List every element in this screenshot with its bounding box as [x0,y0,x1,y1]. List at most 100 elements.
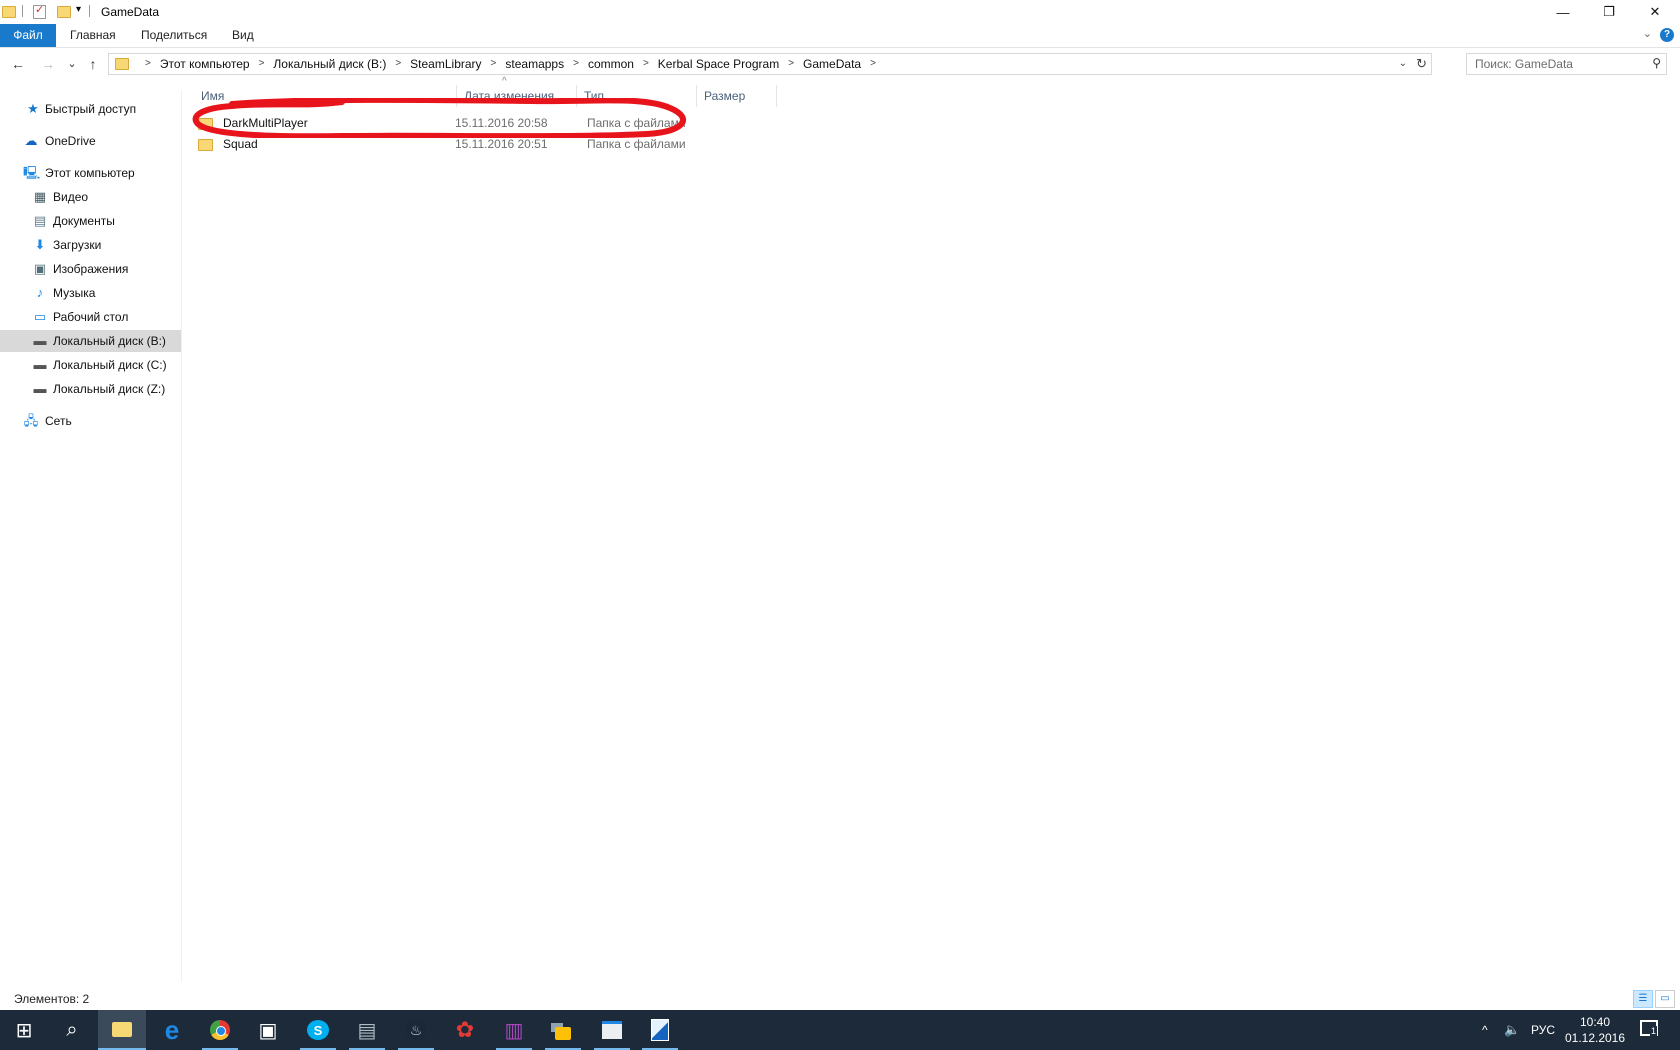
chevron-right-icon[interactable]: > [788,54,794,74]
sidebar-item-downloads[interactable]: ⬇ Загрузки [0,234,181,256]
breadcrumb-item[interactable]: common [588,54,634,74]
folder-icon [115,58,129,70]
taskbar-skype[interactable]: S [294,1010,342,1050]
sidebar-item-network[interactable]: 🖧 Сеть [0,410,181,432]
breadcrumb-item[interactable]: SteamLibrary [410,54,481,74]
window-icon [602,1021,622,1039]
chevron-down-icon[interactable]: ▾ [76,4,81,15]
video-icon: ▦ [33,189,47,204]
clock-time: 10:40 [1579,1015,1611,1029]
sidebar-item-video[interactable]: ▦ Видео [0,186,181,208]
search-button[interactable]: ⌕ [48,1010,96,1050]
chevron-right-icon[interactable]: > [491,54,497,74]
file-explorer-icon [112,1021,132,1037]
sidebar-item-label: Локальный диск (Z:) [53,382,166,396]
taskbar-ksp-app[interactable] [636,1010,684,1050]
tab-share[interactable]: Поделиться [129,24,219,47]
taskbar-edge[interactable]: e [148,1010,196,1050]
breadcrumb: > Этот компьютер > Локальный диск (B:) >… [145,54,885,74]
close-button[interactable]: ✕ [1632,0,1678,24]
large-icons-view-icon[interactable]: ▭ [1655,990,1675,1008]
details-view-icon[interactable]: ☰ [1633,990,1653,1008]
sidebar-item-drive-c[interactable]: ▬ Локальный диск (C:) [0,354,181,376]
sidebar-item-music[interactable]: ♪ Музыка [0,282,181,304]
windows-drive-icon: ▬ [33,357,47,372]
sidebar-item-label: OneDrive [45,134,96,148]
drive-icon: ▬ [33,333,47,348]
sidebar-item-images[interactable]: ▣ Изображения [0,258,181,280]
store-icon: ▣ [258,1019,278,1042]
taskbar-chrome[interactable] [196,1010,244,1050]
breadcrumb-item[interactable]: Этот компьютер [160,54,250,74]
restore-button[interactable]: ❐ [1586,0,1632,24]
help-icon[interactable]: ? [1660,28,1674,42]
back-button[interactable]: ← [8,54,28,74]
sidebar-item-drive-z[interactable]: ▬ Локальный диск (Z:) [0,378,181,400]
taskbar-store[interactable]: ▣ [244,1010,292,1050]
sidebar-item-drive-b[interactable]: ▬ Локальный диск (B:) [0,330,181,352]
sidebar-item-quick-access[interactable]: ★ Быстрый доступ [0,98,181,120]
tab-file[interactable]: Файл [0,24,56,47]
search-icon: ⌕ [66,1018,78,1041]
column-header-size[interactable]: Размер [697,85,777,107]
chevron-right-icon[interactable]: > [145,54,151,74]
chrome-icon [210,1020,230,1040]
show-hidden-icons-button[interactable]: ^ [1482,1010,1488,1050]
sidebar-item-label: Быстрый доступ [45,102,137,116]
taskbar-lock-app[interactable] [539,1010,587,1050]
volume-icon[interactable]: 🔈 [1504,1010,1520,1050]
breadcrumb-item[interactable]: Локальный диск (B:) [273,54,386,74]
address-history-icon[interactable]: ⌄ [1399,54,1407,74]
tab-home[interactable]: Главная [58,24,128,47]
refresh-icon[interactable]: ↻ [1416,54,1427,74]
taskbar-file-explorer[interactable] [98,1010,146,1050]
skype-icon: S [307,1020,329,1040]
taskbar-red-app[interactable]: ✿ [441,1010,489,1050]
minimize-button[interactable]: — [1540,0,1586,24]
tab-view[interactable]: Вид [220,24,266,47]
search-icon[interactable]: ⚲ [1652,56,1661,70]
ksp-icon [651,1019,669,1041]
action-center-icon[interactable]: 1 [1640,1020,1658,1036]
breadcrumb-item-current[interactable]: GameData [803,54,861,74]
new-folder-icon[interactable] [57,6,71,18]
properties-icon[interactable]: ✓ [33,4,46,19]
chevron-right-icon[interactable]: > [643,54,649,74]
up-button[interactable]: ↑ [83,54,103,74]
address-bar[interactable]: > Этот компьютер > Локальный диск (B:) >… [108,53,1432,75]
expand-ribbon-icon[interactable]: ⌄ [1643,27,1652,40]
search-placeholder: Поиск: GameData [1475,57,1573,71]
taskbar-window-app[interactable] [588,1010,636,1050]
taskbar-network-app[interactable]: ▤ [343,1010,391,1050]
start-button[interactable]: ⊞ [0,1010,48,1050]
edge-icon: e [164,1014,180,1045]
chevron-right-icon[interactable]: > [395,54,401,74]
search-input[interactable]: Поиск: GameData ⚲ [1466,53,1667,75]
forward-button[interactable]: → [38,54,58,74]
recent-locations-button[interactable]: ⌄ [62,54,82,74]
sidebar-item-label: Сеть [45,414,72,428]
file-list: ^ Имя Дата изменения Тип Размер DarkMult… [182,76,1680,982]
sidebar-item-desktop[interactable]: ▭ Рабочий стол [0,306,181,328]
clock[interactable]: 10:40 01.12.2016 [1560,1014,1630,1046]
notification-count: 1 [1650,1026,1658,1036]
sidebar-item-documents[interactable]: ▤ Документы [0,210,181,232]
chevron-right-icon[interactable]: > [573,54,579,74]
breadcrumb-item[interactable]: steamapps [505,54,564,74]
sidebar-item-this-pc[interactable]: 🖳 Этот компьютер [0,162,181,184]
taskbar-winrar[interactable]: ▥ [490,1010,538,1050]
taskbar: ⊞ ⌕ e ▣ S ▤ ♨ ✿ ▥ ^ 🔈 РУС 10:40 01.12.20… [0,1010,1680,1050]
chevron-right-icon[interactable]: > [870,54,876,74]
breadcrumb-item[interactable]: Kerbal Space Program [658,54,779,74]
annotation-circle [192,98,686,138]
sidebar-item-label: Видео [53,190,89,204]
clock-date: 01.12.2016 [1564,1031,1626,1045]
document-icon: ▤ [33,213,47,228]
chevron-right-icon[interactable]: > [259,54,265,74]
taskbar-steam[interactable]: ♨ [392,1010,440,1050]
sidebar-item-label: Изображения [53,262,129,276]
download-icon: ⬇ [34,237,46,252]
sidebar-item-onedrive[interactable]: ☁ OneDrive [0,130,181,152]
star-icon: ★ [27,101,39,116]
language-indicator[interactable]: РУС [1531,1010,1555,1050]
